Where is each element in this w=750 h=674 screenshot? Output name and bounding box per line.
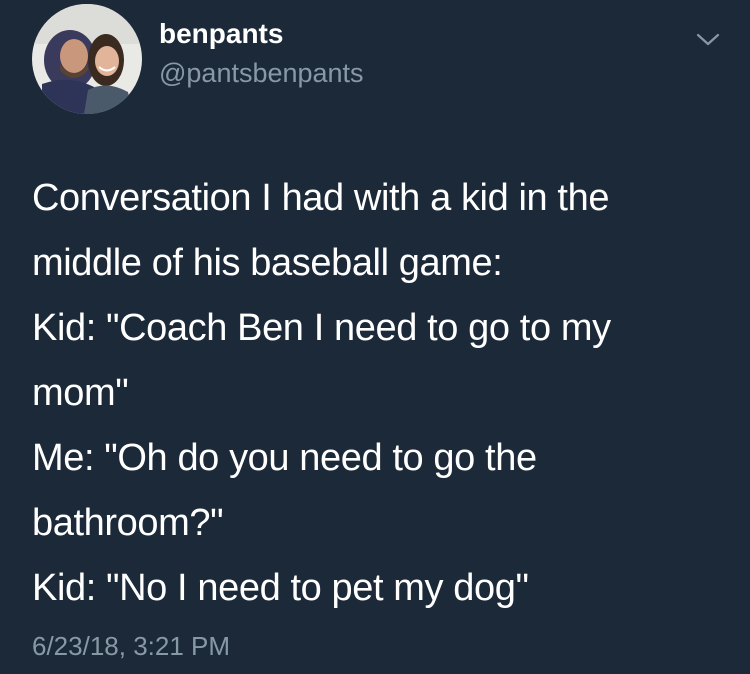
profile-photo-icon bbox=[32, 4, 142, 114]
tweet-text-line: bathroom?" bbox=[32, 502, 224, 544]
timestamp[interactable]: 6/23/18, 3:21 PM bbox=[32, 628, 230, 664]
tweet-text-line: Kid: "Coach Ben I need to go to my bbox=[32, 307, 611, 349]
chevron-down-icon[interactable] bbox=[694, 28, 722, 50]
tweet-text-line: Kid: "No I need to pet my dog" bbox=[32, 567, 529, 609]
tweet-text-line: Conversation I had with a kid in the bbox=[32, 177, 610, 219]
user-handle[interactable]: @pantsbenpants bbox=[159, 55, 364, 91]
tweet-text-line: middle of his baseball game: bbox=[32, 242, 503, 284]
display-name[interactable]: benpants bbox=[159, 14, 283, 54]
avatar[interactable] bbox=[32, 4, 142, 114]
tweet-text: Conversation I had with a kid in the mid… bbox=[32, 166, 732, 621]
tweet-card: benpants @pantsbenpants Conversation I h… bbox=[0, 0, 750, 674]
tweet-text-line: mom" bbox=[32, 372, 129, 414]
tweet-text-line: Me: "Oh do you need to go the bbox=[32, 437, 537, 479]
